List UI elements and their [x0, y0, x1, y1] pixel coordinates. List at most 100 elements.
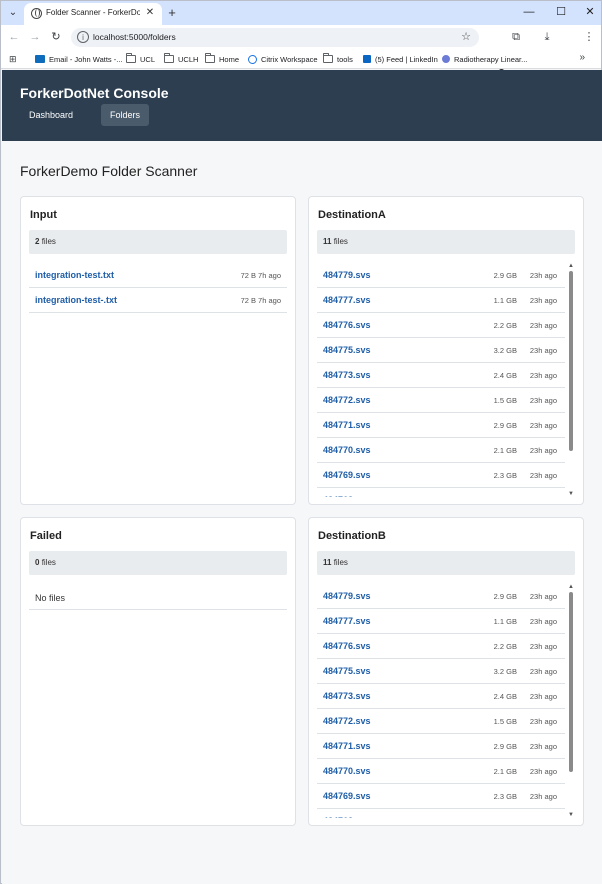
- menu-kebab-icon[interactable]: ⋮: [581, 29, 597, 45]
- bookmark-email[interactable]: Email - John Watts -...: [35, 53, 123, 65]
- reload-icon[interactable]: ↻: [48, 29, 64, 45]
- file-size: 72 B: [240, 296, 256, 305]
- file-row: 484777.svs 1.1 GB 23h ago: [317, 288, 565, 313]
- bookmark-uclh[interactable]: UCLH: [164, 53, 198, 65]
- bookmark-linkedin[interactable]: (5) Feed | LinkedIn: [363, 53, 438, 65]
- more-bookmarks-icon[interactable]: »: [579, 52, 585, 63]
- file-link[interactable]: 484770.svs: [323, 766, 371, 776]
- file-link[interactable]: 484779.svs: [323, 270, 371, 280]
- scroll-up-icon[interactable]: ▲: [567, 263, 575, 269]
- file-link[interactable]: 484777.svs: [323, 295, 371, 305]
- site-info-icon[interactable]: i: [77, 31, 89, 43]
- file-link[interactable]: 484769.svs: [323, 470, 371, 480]
- file-age: 23h ago: [529, 767, 557, 776]
- file-link[interactable]: 484775.svs: [323, 345, 371, 355]
- bookmark-home[interactable]: Home: [205, 53, 239, 65]
- scroll-up-icon[interactable]: ▲: [567, 584, 575, 590]
- nav-folders[interactable]: Folders: [101, 104, 150, 126]
- file-size: 2.4 GB: [477, 496, 517, 497]
- file-size: 72 B: [240, 271, 256, 280]
- download-icon[interactable]: ⤓: [539, 29, 555, 45]
- scroll-down-icon[interactable]: ▼: [567, 491, 575, 497]
- file-link[interactable]: 484772.svs: [323, 395, 371, 405]
- scrollbar-thumb[interactable]: [569, 271, 573, 451]
- apps-grid-icon[interactable]: ⊞: [9, 54, 19, 64]
- file-link[interactable]: 484776.svs: [323, 641, 371, 651]
- bookmark-radiotherapy[interactable]: Radiotherapy Linear...: [442, 53, 527, 65]
- file-count: 2: [35, 237, 40, 246]
- close-window-icon[interactable]: ✕: [581, 4, 599, 20]
- file-row: 484770.svs 2.1 GB 23h ago: [317, 759, 565, 784]
- tab-search-icon[interactable]: ⌄: [5, 5, 21, 21]
- bookmark-label: (5) Feed | LinkedIn: [375, 54, 438, 64]
- maximize-icon[interactable]: ☐: [552, 4, 570, 20]
- scroll-down-icon[interactable]: ▼: [567, 812, 575, 818]
- file-age: 7h ago: [258, 271, 281, 280]
- file-age: 23h ago: [529, 742, 557, 751]
- scrollbar[interactable]: ▲ ▼: [567, 584, 575, 818]
- file-link[interactable]: 484770.svs: [323, 445, 371, 455]
- file-age: 23h ago: [529, 446, 557, 455]
- file-size: 2.4 GB: [493, 692, 517, 701]
- address-bar[interactable]: i localhost:5000/folders ☆: [71, 28, 479, 47]
- file-row: 484770.svs 2.1 GB 23h ago: [317, 438, 565, 463]
- bookmark-ucl[interactable]: UCL: [126, 53, 155, 65]
- file-count-bar: 2 files: [29, 230, 287, 254]
- file-link[interactable]: 484771.svs: [323, 420, 371, 430]
- extensions-puzzle-icon[interactable]: ⧉: [508, 29, 524, 45]
- bookmark-tools[interactable]: tools: [323, 53, 353, 65]
- file-link[interactable]: 484768.svs: [323, 495, 371, 497]
- browser-toolbar: ← → ↻ i localhost:5000/folders ☆ ⧉ ⤓ ⋮: [1, 25, 601, 70]
- file-row: 484773.svs 2.4 GB 23h ago: [317, 684, 565, 709]
- file-link[interactable]: 484773.svs: [323, 370, 371, 380]
- file-age: 23h ago: [529, 321, 557, 330]
- file-row: 484771.svs 2.9 GB 23h ago: [317, 734, 565, 759]
- file-count-suffix: files: [333, 237, 348, 246]
- file-link[interactable]: 484775.svs: [323, 666, 371, 676]
- url-text[interactable]: localhost:5000/folders: [93, 32, 176, 42]
- bookmark-citrix[interactable]: Citrix Workspace: [248, 53, 318, 65]
- linkedin-icon: [363, 55, 371, 63]
- file-list-scroll[interactable]: 484779.svs 2.9 GB 23h ago 484777.svs 1.1 GB 2…: [317, 263, 565, 497]
- file-link[interactable]: 484779.svs: [323, 591, 371, 601]
- globe-icon: [31, 8, 42, 19]
- scrollbar-thumb[interactable]: [569, 592, 573, 772]
- file-link[interactable]: integration-test.txt: [35, 270, 114, 280]
- bookmark-label: tools: [337, 54, 353, 64]
- file-size: 1.1 GB: [493, 296, 517, 305]
- file-row: integration-test.txt 72 B 7h ago: [29, 263, 287, 288]
- file-row: 484768.svs 2.4 GB 23h ago: [317, 488, 565, 497]
- file-link[interactable]: integration-test-.txt: [35, 295, 117, 305]
- forward-icon[interactable]: →: [27, 29, 43, 45]
- file-list-scroll[interactable]: 484779.svs 2.9 GB 23h ago 484777.svs 1.1 GB 2…: [317, 584, 565, 818]
- app-title[interactable]: ForkerDotNet Console: [20, 85, 169, 101]
- file-link[interactable]: 484771.svs: [323, 741, 371, 751]
- panel-destination-b: DestinationB 11 files 484779.svs 2.9 GB 23…: [308, 517, 584, 826]
- file-age: 23h ago: [529, 346, 557, 355]
- bookmark-label: Radiotherapy Linear...: [454, 54, 528, 64]
- file-link[interactable]: 484777.svs: [323, 616, 371, 626]
- file-age: 23h ago: [529, 792, 557, 801]
- file-link[interactable]: 484772.svs: [323, 716, 371, 726]
- new-tab-button[interactable]: +: [165, 6, 179, 20]
- scrollbar[interactable]: ▲ ▼: [567, 263, 575, 497]
- panel-title: Input: [30, 209, 57, 221]
- file-size: 3.2 GB: [493, 667, 517, 676]
- panel-title: DestinationA: [318, 209, 386, 221]
- file-link[interactable]: 484773.svs: [323, 691, 371, 701]
- file-row: 484769.svs 2.3 GB 23h ago: [317, 784, 565, 809]
- nav-dashboard[interactable]: Dashboard: [20, 104, 82, 126]
- file-row: 484769.svs 2.3 GB 23h ago: [317, 463, 565, 488]
- close-tab-icon[interactable]: ✕: [144, 7, 156, 19]
- bookmark-star-icon[interactable]: ☆: [461, 30, 471, 43]
- file-link[interactable]: 484769.svs: [323, 791, 371, 801]
- file-link[interactable]: 484768.svs: [323, 816, 371, 818]
- back-icon[interactable]: ←: [6, 29, 22, 45]
- minimize-icon[interactable]: —: [520, 4, 538, 20]
- browser-tab[interactable]: Folder Scanner - ForkerDotNet ✕: [24, 3, 162, 25]
- app-header: ForkerDotNet Console Dashboard Folders: [2, 70, 602, 141]
- file-size: 2.3 GB: [493, 792, 517, 801]
- file-link[interactable]: 484776.svs: [323, 320, 371, 330]
- empty-message: No files: [29, 588, 287, 610]
- file-age: 23h ago: [529, 471, 557, 480]
